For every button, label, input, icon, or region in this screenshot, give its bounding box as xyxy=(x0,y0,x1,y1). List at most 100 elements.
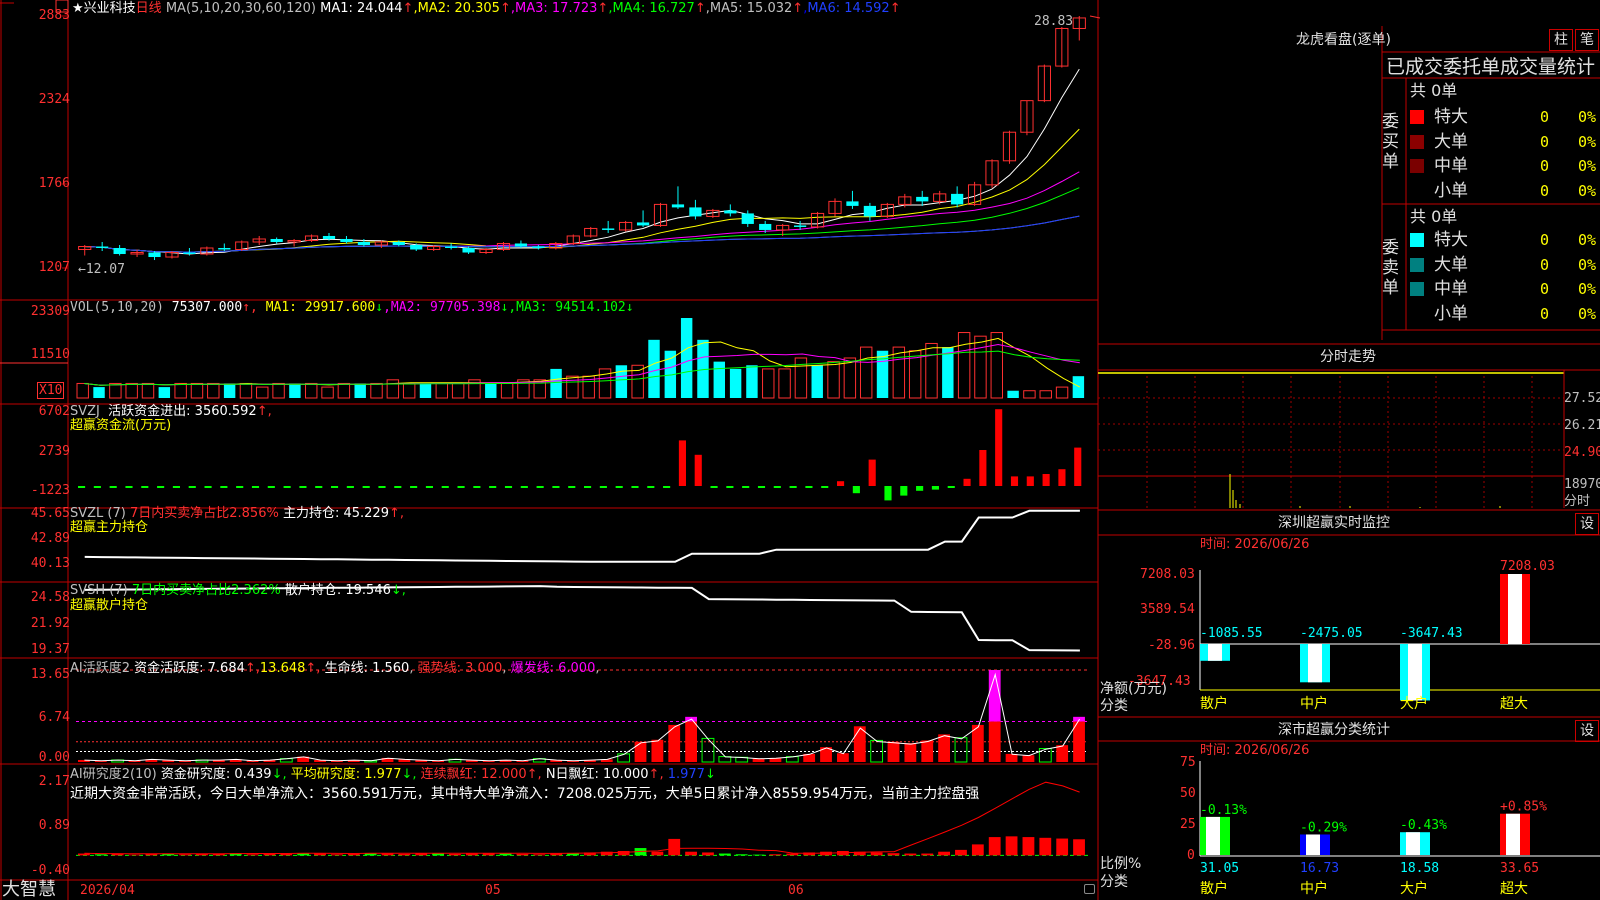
flow-bar xyxy=(425,486,433,488)
activity-bar xyxy=(938,734,951,762)
flow-bar xyxy=(457,486,465,488)
ai-research-header: AI研究度2(10) 资金研究度: 0.439↓, 平均研究度: 1.977↓,… xyxy=(70,767,716,782)
research-bar xyxy=(331,854,343,856)
candle xyxy=(602,228,615,230)
vol-ma-line xyxy=(84,343,1080,386)
up-arrow-icon: ↑ xyxy=(402,1,414,16)
candle xyxy=(96,246,109,249)
research-bar xyxy=(1056,838,1069,856)
flow-bar xyxy=(536,486,544,488)
flow-bar xyxy=(93,486,101,488)
tick-mode-button[interactable]: 笔 xyxy=(1575,29,1599,51)
volume-bar xyxy=(729,368,742,398)
volume-bar xyxy=(272,382,285,399)
buy-row-label: 大单 xyxy=(1434,131,1468,152)
ma3-value: MA3: 17.723 xyxy=(515,1,598,16)
sz-class-settings-button[interactable]: 设 xyxy=(1575,720,1599,742)
research-bar xyxy=(904,853,917,856)
up-arrow-icon: ↑ xyxy=(499,1,511,16)
class-y-axis-label: 比例% xyxy=(1100,856,1142,872)
research-bar xyxy=(347,853,360,856)
vol-unit-badge[interactable]: X10 xyxy=(37,382,65,399)
flow-bar xyxy=(346,486,354,488)
buy-total: 共 0单 xyxy=(1410,81,1458,100)
period-label[interactable]: 日线 xyxy=(136,1,162,16)
buy-row-count: 0 xyxy=(1540,132,1550,151)
y-tick: 7208.03 xyxy=(1140,567,1195,582)
svsh-title: 超赢散户持仓 xyxy=(70,598,149,613)
ai2-field5: 1.977 xyxy=(667,767,705,782)
lock-icon[interactable] xyxy=(1084,884,1095,894)
buy-row-count: 0 xyxy=(1540,157,1550,175)
favorite-star-icon[interactable]: ★ xyxy=(72,1,84,16)
research-bar xyxy=(887,853,900,856)
net-flow-value-label: 7208.03 xyxy=(1500,559,1555,574)
sell-swatch xyxy=(1410,233,1424,247)
volume-bar xyxy=(746,365,758,398)
fenshi-title[interactable]: 分时走势 xyxy=(1320,350,1376,365)
ai2-label: AI研究度2(10) xyxy=(70,767,157,782)
y-tick: 6.74 xyxy=(38,710,70,725)
volume-bar xyxy=(942,347,954,398)
candle xyxy=(183,252,196,255)
flow-bar xyxy=(884,486,892,501)
flow-bar xyxy=(251,486,260,488)
y-tick: 0.00 xyxy=(38,750,70,765)
category-label: 大户 xyxy=(1400,695,1428,712)
ai1-field3: 生命线: 1.560 xyxy=(324,661,410,676)
volume-bar xyxy=(402,382,416,399)
activity-bar xyxy=(685,721,698,762)
volume-bar xyxy=(876,350,889,398)
candle xyxy=(846,201,859,206)
svsh-label: SVSH (7) xyxy=(70,583,128,598)
flow-bar xyxy=(441,486,449,488)
candle xyxy=(462,248,475,253)
activity-bar xyxy=(904,743,917,762)
down-arrow-icon: ↓, xyxy=(390,583,406,598)
candle xyxy=(514,243,528,247)
volume-bar xyxy=(957,332,971,399)
research-bar xyxy=(398,853,411,856)
flow-bar xyxy=(852,486,860,494)
volume-bar xyxy=(1039,390,1052,399)
research-bar xyxy=(1005,836,1018,856)
up-arrow-icon: ↑ xyxy=(889,1,901,16)
volume-bar xyxy=(321,386,334,399)
svzl-label: SVZL (7) xyxy=(70,506,126,521)
sz-monitor-settings-button[interactable]: 设 xyxy=(1575,513,1599,535)
flow-bar xyxy=(362,486,370,488)
research-bar xyxy=(432,853,445,856)
net-flow-bar-highlight xyxy=(1208,644,1222,661)
activity-bar xyxy=(887,741,900,762)
category-label: 超大 xyxy=(1500,881,1528,897)
volume-bar xyxy=(778,368,791,399)
x-date-label: 06 xyxy=(788,883,804,898)
net-flow-bar-highlight xyxy=(1408,644,1422,701)
ai2-field2: 平均研究度: 1.977 xyxy=(290,767,402,782)
y-tick: 75 xyxy=(1180,755,1196,770)
flow-bar xyxy=(220,486,228,488)
candle xyxy=(671,204,685,208)
research-bar xyxy=(685,851,698,856)
y-tick: 1766 xyxy=(38,176,70,191)
svzl-title: 超赢主力持仓 xyxy=(70,520,149,535)
bar-mode-button[interactable]: 柱 xyxy=(1549,29,1573,51)
research-bar xyxy=(938,851,951,856)
ai1-field4: 强势线: 3.000 xyxy=(417,661,503,676)
volume-bar xyxy=(892,346,906,399)
research-bar xyxy=(718,853,731,856)
research-bar xyxy=(651,851,664,856)
activity-bar xyxy=(1005,753,1018,762)
flow-bar xyxy=(599,486,607,488)
research-bar xyxy=(668,838,681,856)
volume-bar xyxy=(370,382,383,399)
buy-row-count: 0 xyxy=(1540,181,1550,200)
activity-bar xyxy=(837,753,849,762)
flow-bar xyxy=(315,486,323,488)
sell-row-percent: 0% xyxy=(1578,280,1597,298)
candle xyxy=(113,248,126,255)
volume-bar xyxy=(354,383,366,398)
volume-bar xyxy=(190,382,204,399)
research-bar xyxy=(128,854,141,856)
flow-bar xyxy=(947,486,955,488)
